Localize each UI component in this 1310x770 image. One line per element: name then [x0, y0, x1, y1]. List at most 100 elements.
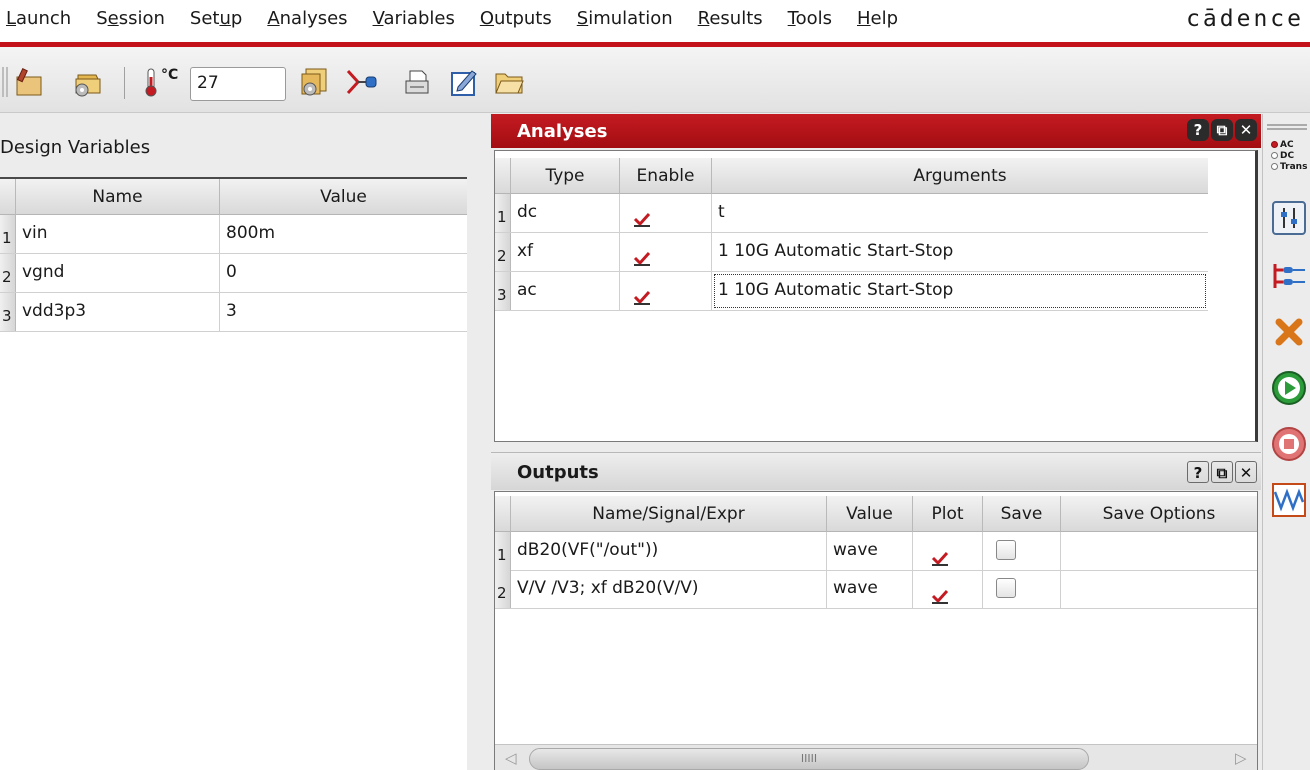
row-number-header	[495, 496, 511, 532]
analyses-header: Type Enable Arguments	[495, 158, 1208, 194]
analysis-enable-cell[interactable]	[620, 272, 712, 310]
toolbar: °C 27	[0, 47, 1310, 113]
output-row[interactable]: 1 dB20(VF("/out")) wave	[495, 532, 1257, 571]
column-header-name[interactable]: Name	[16, 179, 220, 215]
outputs-title: Outputs	[517, 462, 599, 483]
analysis-type-cell[interactable]: xf	[511, 233, 620, 271]
cadence-logo: cādence	[1186, 6, 1304, 32]
output-row[interactable]: 2 V/V /V3; xf dB20(V/V) wave	[495, 570, 1257, 609]
parameter-sweep-icon[interactable]	[1271, 200, 1307, 236]
variable-name-cell[interactable]: vdd3p3	[16, 293, 220, 331]
column-header-arguments[interactable]: Arguments	[712, 158, 1208, 194]
variable-value-cell[interactable]: 3	[220, 293, 467, 331]
output-save-options-cell[interactable]	[1061, 570, 1257, 608]
scrollbar-thumb[interactable]: IIIII	[529, 748, 1089, 770]
enable-checkbox[interactable]	[633, 282, 651, 318]
close-button[interactable]: ✕	[1235, 119, 1257, 141]
analysis-arguments-cell[interactable]: t	[712, 194, 1208, 232]
column-header-value[interactable]: Value	[220, 179, 467, 215]
output-expression-cell[interactable]: V/V /V3; xf dB20(V/V)	[511, 570, 827, 608]
scroll-right-icon[interactable]: ▷	[1235, 749, 1247, 767]
menu-simulation[interactable]: Simulation	[577, 8, 673, 29]
save-checkbox[interactable]	[996, 540, 1016, 560]
print-icon[interactable]	[400, 65, 434, 99]
menu-results[interactable]: Results	[698, 8, 763, 29]
design-variables-header: Name Value	[0, 179, 467, 215]
analysis-radio-dc[interactable]: DC	[1271, 151, 1294, 161]
column-header-name-signal-expr[interactable]: Name/Signal/Expr	[511, 496, 827, 532]
row-number: 1	[495, 532, 511, 570]
netlist-icon[interactable]	[1271, 258, 1307, 294]
plot-outputs-icon[interactable]	[1271, 482, 1307, 518]
output-save-cell[interactable]	[983, 532, 1061, 570]
open-folder-icon[interactable]	[492, 65, 526, 99]
setup-model-icon[interactable]	[298, 65, 332, 99]
column-header-save-options[interactable]: Save Options	[1061, 496, 1257, 532]
save-checkbox[interactable]	[996, 578, 1016, 598]
edit-form-icon[interactable]	[446, 65, 480, 99]
row-number: 2	[495, 233, 511, 271]
edit-session-icon[interactable]	[12, 65, 46, 99]
analysis-row[interactable]: 2 xf 1 10G Automatic Start-Stop	[495, 233, 1208, 272]
scroll-left-icon[interactable]: ◁	[505, 749, 517, 767]
analysis-type-cell[interactable]: dc	[511, 194, 620, 232]
analysis-radio-trans[interactable]: Trans	[1271, 162, 1307, 172]
design-variable-row[interactable]: 2 vgnd 0	[0, 254, 467, 293]
analysis-type-cell[interactable]: ac	[511, 272, 620, 310]
variable-name-cell[interactable]: vgnd	[16, 254, 220, 292]
delete-icon[interactable]	[1271, 314, 1307, 350]
toolbar-grip-icon[interactable]	[2, 67, 8, 97]
dock-grip[interactable]	[1267, 124, 1307, 126]
menu-help[interactable]: Help	[857, 8, 898, 29]
variable-name-cell[interactable]: vin	[16, 215, 220, 253]
radio-label: DC	[1280, 151, 1295, 161]
output-plot-cell[interactable]	[913, 532, 983, 570]
analysis-arguments-cell[interactable]: 1 10G Automatic Start-Stop	[712, 272, 1208, 310]
horizontal-scrollbar[interactable]: ◁ IIIII ▷	[495, 744, 1257, 770]
menu-session[interactable]: Session	[96, 8, 165, 29]
design-variable-row[interactable]: 3 vdd3p3 3	[0, 293, 467, 332]
run-simulation-icon[interactable]	[1271, 370, 1307, 406]
output-save-cell[interactable]	[983, 570, 1061, 608]
column-header-enable[interactable]: Enable	[620, 158, 712, 194]
column-header-plot[interactable]: Plot	[913, 496, 983, 532]
float-button[interactable]: ⧉	[1211, 461, 1233, 483]
analysis-arguments-cell[interactable]: 1 10G Automatic Start-Stop	[712, 233, 1208, 271]
analysis-row[interactable]: 3 ac 1 10G Automatic Start-Stop	[495, 272, 1208, 311]
output-expression-cell[interactable]: dB20(VF("/out"))	[511, 532, 827, 570]
menu-launch[interactable]: Launch	[6, 8, 71, 29]
radio-dot-icon	[1271, 163, 1278, 170]
analysis-row[interactable]: 1 dc t	[495, 194, 1208, 233]
output-value-cell[interactable]: wave	[827, 570, 913, 608]
analyses-panel: Analyses ? ⧉ ✕ Type Enable Arguments 1 dc…	[491, 114, 1261, 444]
menu-outputs[interactable]: Outputs	[480, 8, 552, 29]
output-save-options-cell[interactable]	[1061, 532, 1257, 570]
close-button[interactable]: ✕	[1235, 461, 1257, 483]
column-header-type[interactable]: Type	[511, 158, 620, 194]
plot-checkbox[interactable]	[931, 581, 949, 617]
help-button[interactable]: ?	[1187, 119, 1209, 141]
help-button[interactable]: ?	[1187, 461, 1209, 483]
variable-value-cell[interactable]: 800m	[220, 215, 467, 253]
design-variable-row[interactable]: 1 vin 800m	[0, 215, 467, 254]
menu-tools[interactable]: Tools	[788, 8, 832, 29]
temperature-input[interactable]: 27	[190, 67, 286, 101]
column-header-save[interactable]: Save	[983, 496, 1061, 532]
analysis-radio-ac[interactable]: AC	[1271, 140, 1294, 150]
dock-grip[interactable]	[1267, 128, 1307, 130]
output-plot-cell[interactable]	[913, 570, 983, 608]
column-header-value[interactable]: Value	[827, 496, 913, 532]
row-number: 1	[495, 194, 511, 232]
stop-simulation-icon[interactable]	[1271, 426, 1307, 462]
row-number: 3	[0, 293, 16, 331]
output-value-cell[interactable]: wave	[827, 532, 913, 570]
probe-pin-icon[interactable]	[344, 65, 378, 99]
analysis-enable-cell[interactable]	[620, 194, 712, 232]
menu-variables[interactable]: Variables	[373, 8, 455, 29]
float-button[interactable]: ⧉	[1211, 119, 1233, 141]
variable-value-cell[interactable]: 0	[220, 254, 467, 292]
analysis-enable-cell[interactable]	[620, 233, 712, 271]
menu-analyses[interactable]: Analyses	[267, 8, 347, 29]
menu-setup[interactable]: Setup	[190, 8, 242, 29]
setup-simulator-icon[interactable]	[70, 65, 104, 99]
